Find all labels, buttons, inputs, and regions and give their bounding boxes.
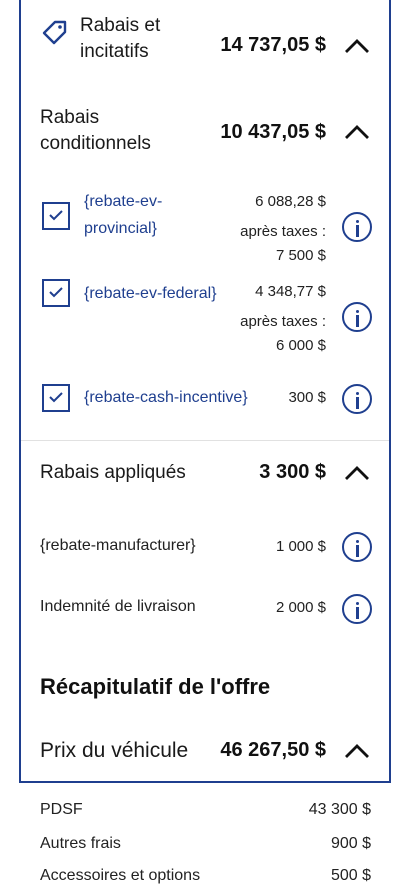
after-tax-amount: 6 000 $ — [275, 337, 326, 354]
after-tax-amount: 7 500 $ — [275, 247, 326, 264]
summary-row: PDSF 43 300 $ — [40, 801, 371, 819]
rebates-incentives-amount: 14 737,05 $ — [220, 34, 326, 56]
after-tax-label: après taxes : — [240, 223, 326, 240]
info-icon[interactable] — [342, 384, 372, 414]
rebate-checkbox[interactable] — [42, 202, 70, 230]
applied-rebate-name: {rebate-manufacturer} — [40, 537, 196, 554]
rebate-amount: 4 348,77 $ — [255, 283, 326, 300]
summary-amount: 900 $ — [330, 835, 371, 852]
applied-rebate-name: Indemnité de livraison — [40, 598, 196, 615]
chevron-up-icon[interactable] — [344, 743, 370, 759]
summary-label: PDSF — [40, 801, 83, 818]
chevron-up-icon[interactable] — [344, 38, 370, 54]
rebate-name-link[interactable]: {rebate-ev-provincial} — [84, 188, 194, 242]
applied-rebates-label: Rabais appliqués — [40, 462, 186, 483]
chevron-up-icon[interactable] — [344, 124, 370, 140]
summary-row: Accessoires et options 500 $ — [40, 867, 371, 885]
check-icon — [49, 210, 63, 221]
check-icon — [49, 287, 63, 298]
summary-label: Autres frais — [40, 835, 121, 852]
conditional-rebates-amount: 10 437,05 $ — [220, 121, 326, 143]
after-tax-label: après taxes : — [240, 313, 326, 330]
rebate-name-link[interactable]: {rebate-cash-incentive} — [84, 384, 248, 411]
rebate-amount: 300 $ — [288, 389, 326, 406]
applied-rebates-amount: 3 300 $ — [259, 461, 326, 483]
applied-rebate-amount: 1 000 $ — [275, 538, 326, 555]
vehicle-price-amount: 46 267,50 $ — [220, 739, 326, 761]
summary-amount: 43 300 $ — [308, 801, 371, 818]
summary-amount: 500 $ — [330, 867, 371, 884]
info-icon[interactable] — [342, 302, 372, 332]
info-icon[interactable] — [342, 594, 372, 624]
check-icon — [49, 392, 63, 403]
rebate-name-link[interactable]: {rebate-ev-federal} — [84, 280, 217, 307]
rebate-amount: 6 088,28 $ — [255, 193, 326, 210]
conditional-rebates-label: Rabais conditionnels — [40, 107, 151, 154]
tag-icon — [40, 18, 70, 48]
rebates-incentives-label: Rabais et incitatifs — [80, 15, 161, 62]
rebate-checkbox[interactable] — [42, 384, 70, 412]
summary-label: Accessoires et options — [40, 867, 201, 884]
info-icon[interactable] — [342, 532, 372, 562]
divider — [21, 440, 389, 441]
summary-row: Autres frais 900 $ — [40, 835, 371, 853]
divider — [19, 781, 391, 783]
info-icon[interactable] — [342, 212, 372, 242]
recap-title: Récapitulatif de l'offre — [40, 674, 271, 699]
rebate-checkbox[interactable] — [42, 279, 70, 307]
chevron-up-icon[interactable] — [344, 465, 370, 481]
applied-rebate-amount: 2 000 $ — [275, 599, 326, 616]
vehicle-price-label: Prix du véhicule — [40, 739, 189, 762]
